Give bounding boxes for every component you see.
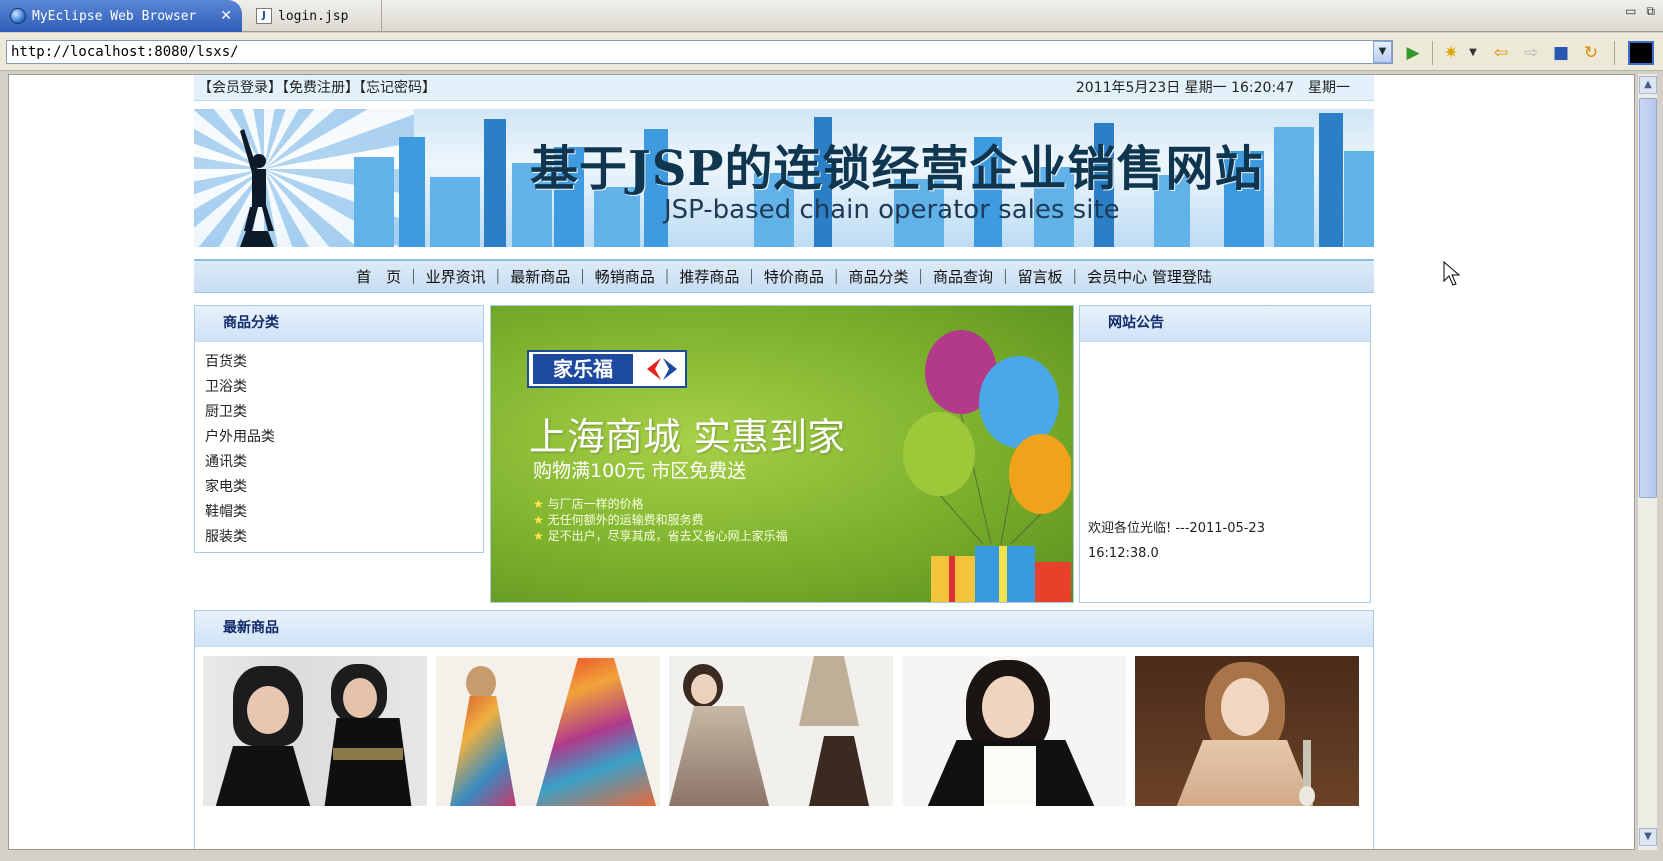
category-panel-title: 商品分类 [195,306,483,342]
close-icon[interactable]: ✕ [220,8,232,24]
product-image-4[interactable] [902,656,1126,806]
category-item[interactable]: 鞋帽类 [205,500,473,525]
category-item[interactable]: 服装类 [205,525,473,550]
banner-title-cn: 基于JSP的连锁经营企业销售网站 [530,141,1264,197]
carrefour-ad-banner[interactable]: 家乐福 上海商城 实惠到家 购物满100元 市区免费送 与厂店一样的价格 无任何… [490,305,1074,603]
product-image-2[interactable] [436,656,660,806]
carrefour-logo-icon [647,358,677,380]
scroll-thumb[interactable] [1639,98,1657,498]
notice-text: 欢迎各位光临! ---2011-05-23 16:12:38.0 [1088,521,1265,561]
dropdown-icon[interactable]: ▼ [1373,41,1392,63]
category-item[interactable]: 卫浴类 [205,375,473,400]
category-panel: 商品分类 百货类 卫浴类 厨卫类 户外用品类 通讯类 家电类 鞋帽类 服装类 [194,305,484,553]
ad-headline: 上海商城 实惠到家 [529,415,846,459]
nav-new-products[interactable]: 最新商品 [510,268,570,286]
refresh-icon[interactable]: ↻ [1580,42,1602,64]
category-item[interactable]: 通讯类 [205,450,473,475]
product-image-5[interactable] [1135,656,1359,806]
current-datetime: 2011年5月23日 星期一 16:20:47 星期一 [1075,80,1350,96]
go-icon[interactable]: ▶ [1402,42,1424,64]
scroll-up-icon[interactable]: ▲ [1639,76,1657,94]
jsp-file-icon: J [256,8,272,24]
minimize-icon[interactable]: ▭ [1625,4,1636,19]
product-image-1[interactable] [203,656,427,806]
globe-icon [10,8,26,24]
editor-tab-bar: MyEclipse Web Browser ✕ J login.jsp ▭ ⧉ [0,0,1663,32]
ad-bullet: 与厂店一样的价格 [533,496,788,512]
tab-web-browser[interactable]: MyEclipse Web Browser ✕ [0,0,242,32]
vertical-scrollbar[interactable]: ▲ ▼ [1637,74,1657,850]
bookmark-icon[interactable]: ✷ [1440,42,1462,64]
product-image-3[interactable] [669,656,893,806]
stop-icon[interactable]: ■ [1550,42,1572,64]
nav-industry-news[interactable]: 业界资讯 [426,268,486,286]
nav-member-center[interactable]: 会员中心 [1087,268,1147,286]
tab-label: login.jsp [278,8,349,24]
new-products-title: 最新商品 [195,611,1373,647]
ad-bullet: 无任何额外的运输费和服务费 [533,512,788,528]
url-input[interactable]: http://localhost:8080/lsxs/ [6,40,1393,64]
carrefour-logo: 家乐福 [527,350,687,388]
category-item[interactable]: 厨卫类 [205,400,473,425]
statue-figure [240,129,274,247]
nav-categories[interactable]: 商品分类 [848,268,908,286]
nav-best-sellers[interactable]: 畅销商品 [595,268,655,286]
nav-guestbook[interactable]: 留言板 [1018,268,1063,286]
browser-viewport: 【会员登录】【免费注册】【忘记密码】 2011年5月23日 星期一 16:20:… [8,74,1635,850]
nav-specials[interactable]: 特价商品 [764,268,824,286]
member-bar: 【会员登录】【免费注册】【忘记密码】 2011年5月23日 星期一 16:20:… [194,75,1374,101]
mouse-cursor-icon [1443,261,1461,286]
nav-home[interactable]: 首 页 [356,268,401,286]
category-list: 百货类 卫浴类 厨卫类 户外用品类 通讯类 家电类 鞋帽类 服装类 [195,342,483,558]
ad-bullet: 足不出户，尽享其成，省去又省心网上家乐福 [533,528,788,544]
nav-admin-login[interactable]: 管理登陆 [1152,268,1212,286]
browser-toolbar: http://localhost:8080/lsxs/ ▼ ▶ ✷ ▼ ⇦ ⇨ … [0,33,1663,71]
member-links[interactable]: 【会员登录】【免费注册】【忘记密码】 [198,75,436,101]
category-item[interactable]: 百货类 [205,350,473,375]
maximize-icon[interactable]: ⧉ [1646,4,1655,19]
scroll-down-icon[interactable]: ▼ [1639,828,1657,846]
window-controls: ▭ ⧉ [1625,4,1655,19]
ad-bullets: 与厂店一样的价格 无任何额外的运输费和服务费 足不出户，尽享其成，省去又省心网上… [533,496,788,544]
tab-login-jsp[interactable]: J login.jsp [246,0,382,32]
new-products-panel: 最新商品 [194,610,1374,849]
nav-search[interactable]: 商品查询 [933,268,993,286]
balloons-gifts-illustration [903,330,1071,602]
view-toggle-button[interactable] [1628,41,1654,65]
notice-panel: 网站公告 欢迎各位光临! ---2011-05-23 16:12:38.0 [1079,305,1371,603]
status-bar [0,851,1663,861]
notice-panel-title: 网站公告 [1080,306,1370,342]
nav-recommended[interactable]: 推荐商品 [679,268,739,286]
category-item[interactable]: 家电类 [205,475,473,500]
ad-subline: 购物满100元 市区免费送 [533,460,747,482]
bookmark-dropdown-icon[interactable]: ▼ [1462,42,1484,64]
main-nav: 首 页 ｜ 业界资讯 ｜ 最新商品 ｜ 畅销商品 ｜ 推荐商品 ｜ 特价商品 ｜… [194,259,1374,293]
tab-label: MyEclipse Web Browser [32,8,197,24]
forward-icon[interactable]: ⇨ [1520,42,1542,64]
site-banner: 基于JSP的连锁经营企业销售网站 JSP-based chain operato… [194,109,1374,247]
category-item[interactable]: 户外用品类 [205,425,473,450]
back-icon[interactable]: ⇦ [1490,42,1512,64]
banner-title-en: JSP-based chain operator sales site [664,195,1120,225]
